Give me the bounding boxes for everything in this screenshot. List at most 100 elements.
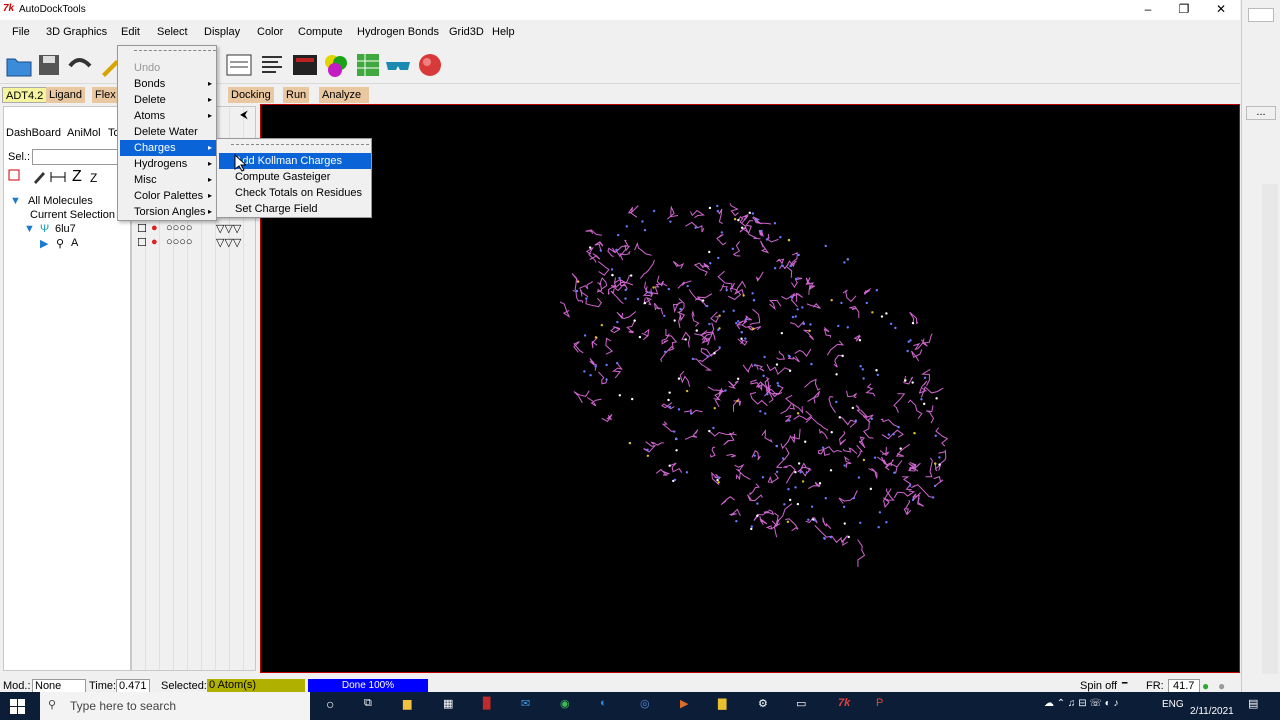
undo-icon[interactable]	[64, 50, 94, 80]
mail-icon[interactable]: ✉	[521, 697, 530, 710]
tab-adt-version[interactable]: ADT4.2	[2, 87, 48, 103]
edit-menu-item-charges[interactable]: Charges ▸	[120, 140, 216, 156]
menu-file[interactable]: File	[12, 26, 30, 38]
menu-hydrogen-bonds[interactable]: Hydrogen Bonds	[357, 26, 439, 38]
stereo-glasses-icon[interactable]	[383, 50, 413, 80]
edit-menu-item-hydrogens[interactable]: Hydrogens ▸	[120, 156, 216, 172]
tearoff-line[interactable]	[231, 144, 369, 145]
tools-icon[interactable]: ⚙	[758, 697, 768, 710]
circle-icon[interactable]: ○○○○	[166, 236, 193, 248]
side-button[interactable]	[1248, 8, 1274, 22]
tree-all-molecules[interactable]: All Molecules	[28, 195, 93, 207]
browser-icon[interactable]: ◎	[640, 697, 650, 710]
windows-start-icon[interactable]	[10, 699, 26, 715]
task-view-icon[interactable]: ⧉	[364, 697, 372, 710]
circle-icon[interactable]: ○○○○	[166, 222, 193, 234]
tab-animol[interactable]: AniMol	[67, 127, 101, 139]
text-lines-icon[interactable]	[257, 50, 287, 80]
media-icon[interactable]: ▶	[680, 697, 688, 710]
z-label-icon[interactable]: Z	[90, 171, 97, 185]
spin-toggle[interactable]: Spin off	[1080, 680, 1117, 692]
red-dot-icon[interactable]: ●	[151, 222, 158, 234]
minimize-icon[interactable]: –	[1130, 0, 1166, 20]
menu-edit[interactable]: Edit	[121, 26, 140, 38]
charges-menu-item-check-totals-on-residues[interactable]: Check Totals on Residues	[219, 185, 371, 201]
3d-viewer[interactable]	[260, 104, 1240, 673]
edit-menu-item-bonds[interactable]: Bonds ▸	[120, 76, 216, 92]
checkbox-icon[interactable]: ☐	[137, 222, 147, 235]
distance-tool-icon[interactable]	[49, 169, 67, 185]
tree-molecule-6lu7[interactable]: 6lu7	[55, 223, 76, 235]
menu-3d-graphics[interactable]: 3D Graphics	[46, 26, 107, 38]
terminal-icon[interactable]: ▭	[796, 697, 806, 710]
atom-dot	[677, 408, 681, 411]
date-display[interactable]: 2/11/2021	[1190, 706, 1234, 717]
more-options-button[interactable]: ...	[1246, 106, 1276, 120]
notifications-icon[interactable]: ▤	[1248, 697, 1258, 710]
edit-menu-item-color-palettes[interactable]: Color Palettes ▸	[120, 188, 216, 204]
tab-dashboard[interactable]: DashBoard	[6, 127, 61, 139]
close-icon[interactable]: ✕	[1203, 0, 1239, 20]
office-icon[interactable]: ▉	[483, 697, 491, 710]
color-spheres-icon[interactable]	[321, 50, 351, 80]
store-icon[interactable]: ▦	[443, 697, 453, 710]
edit-menu-item-atoms[interactable]: Atoms ▸	[120, 108, 216, 124]
menu-help[interactable]: Help	[492, 26, 515, 38]
triangle-icon[interactable]: ▽▽▽	[216, 236, 241, 249]
edit-menu-item-torsion-angles[interactable]: Torsion Angles ▸	[120, 204, 216, 220]
surface-icon[interactable]	[415, 50, 445, 80]
app-icon[interactable]: ▇	[718, 697, 726, 710]
display-panel-icon[interactable]	[290, 50, 320, 80]
checkbox-icon[interactable]: ☐	[137, 236, 147, 249]
python-shell-icon[interactable]	[224, 50, 254, 80]
tearoff-line[interactable]	[134, 50, 216, 51]
save-icon[interactable]	[34, 50, 64, 80]
cortana-icon[interactable]: ○	[326, 696, 334, 712]
atom-dot	[877, 526, 880, 529]
tab-flex[interactable]: Flex	[92, 87, 119, 103]
edit-menu-item-undo[interactable]: Undo	[120, 60, 216, 76]
menu-color[interactable]: Color	[257, 26, 283, 38]
edit-menu-item-delete[interactable]: Delete ▸	[120, 92, 216, 108]
powerpoint-icon[interactable]: P	[876, 697, 883, 709]
charges-menu-item-set-charge-field[interactable]: Set Charge Field	[219, 201, 371, 217]
edit-tool-icon[interactable]	[32, 169, 46, 185]
atom-dot	[911, 381, 914, 384]
edit-menu-item-misc[interactable]: Misc ▸	[120, 172, 216, 188]
menu-select[interactable]: Select	[157, 26, 188, 38]
edit-menu-item-delete-water[interactable]: Delete Water	[120, 124, 216, 140]
tab-analyze[interactable]: Analyze	[319, 87, 370, 103]
z-tool-icon[interactable]: Z	[72, 168, 82, 186]
grid-table-icon[interactable]	[353, 50, 383, 80]
edit-menu-item-label: Atoms	[134, 110, 166, 122]
select-tool-icon[interactable]	[8, 169, 22, 185]
open-folder-icon[interactable]	[4, 50, 34, 80]
menu-grid3d[interactable]: Grid3D	[449, 26, 484, 38]
edge-icon[interactable]: ◐	[600, 697, 607, 709]
collapse-arrow-icon[interactable]: ▼	[10, 195, 21, 207]
chrome-icon[interactable]: ◉	[560, 697, 570, 710]
maximize-icon[interactable]: ❐	[1166, 0, 1202, 20]
tab-docking[interactable]: Docking	[228, 87, 274, 103]
menu-compute[interactable]: Compute	[298, 26, 343, 38]
atom-dot	[669, 220, 672, 223]
vertical-scrollbar[interactable]	[1262, 184, 1278, 674]
triangle-icon[interactable]: ▽▽▽	[216, 222, 241, 235]
language-indicator[interactable]: ENG	[1162, 699, 1184, 710]
menu-display[interactable]: Display	[204, 26, 240, 38]
red-dot-icon[interactable]: ●	[151, 236, 158, 248]
tab-ligand[interactable]: Ligand	[46, 87, 86, 103]
selection-input[interactable]	[32, 149, 130, 165]
tab-run[interactable]: Run	[283, 87, 310, 103]
tree-chain-a[interactable]: A	[71, 237, 78, 249]
tree-current-selection[interactable]: Current Selection	[30, 209, 115, 221]
file-explorer-icon[interactable]: ▆	[403, 697, 411, 710]
expand-arrow-icon[interactable]: ▶	[40, 237, 48, 250]
atom-dot	[935, 397, 938, 400]
collapse-arrow-icon[interactable]: ▼	[24, 223, 35, 235]
spin-dropdown-icon[interactable]: ━	[1122, 678, 1127, 689]
autodock-taskbar-icon[interactable]: 7k	[838, 697, 850, 709]
back-arrow-icon[interactable]: ⮜	[240, 109, 248, 122]
title-bar: 7k AutoDockTools – ❐ ✕	[0, 0, 1240, 20]
taskbar-search[interactable]: ⚲ Type here to search	[40, 692, 310, 720]
